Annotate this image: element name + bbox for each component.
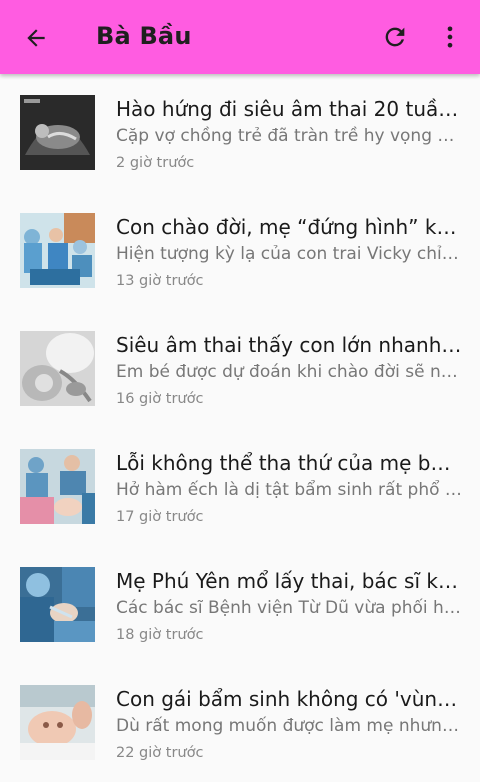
article-item[interactable]: Siêu âm thai thấy con lớn nhanh nhưng kh… <box>0 310 480 428</box>
article-title: Siêu âm thai thấy con lớn nhanh nhưng kh… <box>116 333 462 357</box>
article-title: Con gái bẩm sinh không có 'vùng kín' khi… <box>116 687 462 711</box>
article-time: 18 giờ trước <box>116 627 204 643</box>
article-thumbnail <box>20 95 95 170</box>
article-description: Dù rất mong muốn được làm mẹ nhưng người <box>116 716 462 736</box>
more-vertical-icon <box>447 26 453 48</box>
article-time: 17 giờ trước <box>116 509 204 525</box>
article-item[interactable]: Hào hứng đi siêu âm thai 20 tuần, người … <box>0 74 480 192</box>
article-title: Hào hứng đi siêu âm thai 20 tuần, người … <box>116 97 462 121</box>
refresh-button[interactable] <box>378 20 412 54</box>
article-time: 16 giờ trước <box>116 391 204 407</box>
article-thumbnail <box>20 685 95 760</box>
article-time: 13 giờ trước <box>116 273 204 289</box>
refresh-icon <box>385 27 405 47</box>
article-description: Hở hàm ếch là dị tật bẩm sinh rất phổ bi… <box>116 480 462 500</box>
article-title: Lỗi không thể tha thứ của mẹ bầu khiến c… <box>116 451 462 475</box>
article-thumbnail <box>20 567 95 642</box>
article-thumbnail <box>20 449 95 524</box>
back-button[interactable] <box>20 22 52 54</box>
article-description: Em bé được dự đoán khi chào đời sẽ nặng … <box>116 362 462 382</box>
article-title: Con chào đời, mẹ “đứng hình” khi nhìn th… <box>116 215 462 239</box>
article-thumbnail <box>20 213 95 288</box>
article-time: 2 giờ trước <box>116 155 195 171</box>
article-description: Hiện tượng kỳ lạ của con trai Vicky chỉ … <box>116 244 462 264</box>
article-thumbnail <box>20 331 95 406</box>
article-description: Cặp vợ chồng trẻ đã tràn trề hy vọng khi… <box>116 126 462 146</box>
article-item[interactable]: Con gái bẩm sinh không có 'vùng kín' khi… <box>0 664 480 782</box>
arrow-left-icon <box>27 29 45 47</box>
app-bar: Bà Bầu <box>0 0 480 74</box>
article-item[interactable]: Lỗi không thể tha thứ của mẹ bầu khiến c… <box>0 428 480 546</box>
article-title: Mẹ Phú Yên mổ lấy thai, bác sĩ không ngờ <box>116 569 462 593</box>
article-description: Các bác sĩ Bệnh viện Từ Dũ vừa phối hợp … <box>116 598 462 618</box>
article-item[interactable]: Con chào đời, mẹ “đứng hình” khi nhìn th… <box>0 192 480 310</box>
page-title: Bà Bầu <box>96 22 192 50</box>
article-time: 22 giờ trước <box>116 745 204 761</box>
article-item[interactable]: Mẹ Phú Yên mổ lấy thai, bác sĩ không ngờ… <box>0 546 480 664</box>
more-options-button[interactable] <box>434 20 466 54</box>
article-list: Hào hứng đi siêu âm thai 20 tuần, người … <box>0 74 480 782</box>
